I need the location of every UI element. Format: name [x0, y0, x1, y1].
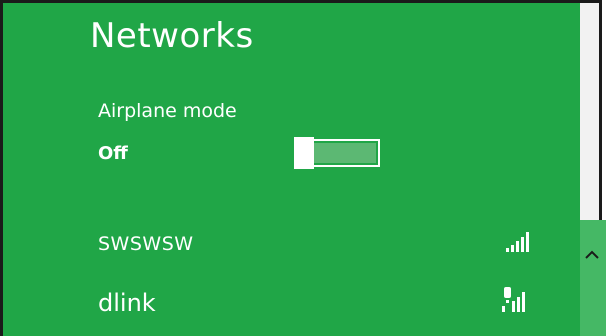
signal-strength-icon — [506, 232, 529, 252]
network-item-swswsw[interactable]: SWSWSW — [98, 233, 194, 255]
scroll-up-button[interactable] — [580, 220, 606, 336]
networks-panel — [0, 0, 580, 336]
airplane-mode-toggle-knob[interactable] — [294, 137, 314, 169]
open-network-signal-icon — [502, 287, 525, 312]
airplane-mode-toggle-track — [312, 143, 376, 163]
chevron-up-icon[interactable] — [584, 247, 600, 263]
page-title: Networks — [90, 16, 254, 56]
airplane-mode-state: Off — [98, 143, 128, 164]
airplane-mode-label: Airplane mode — [98, 100, 237, 122]
network-item-dlink[interactable]: dlink — [98, 289, 156, 317]
